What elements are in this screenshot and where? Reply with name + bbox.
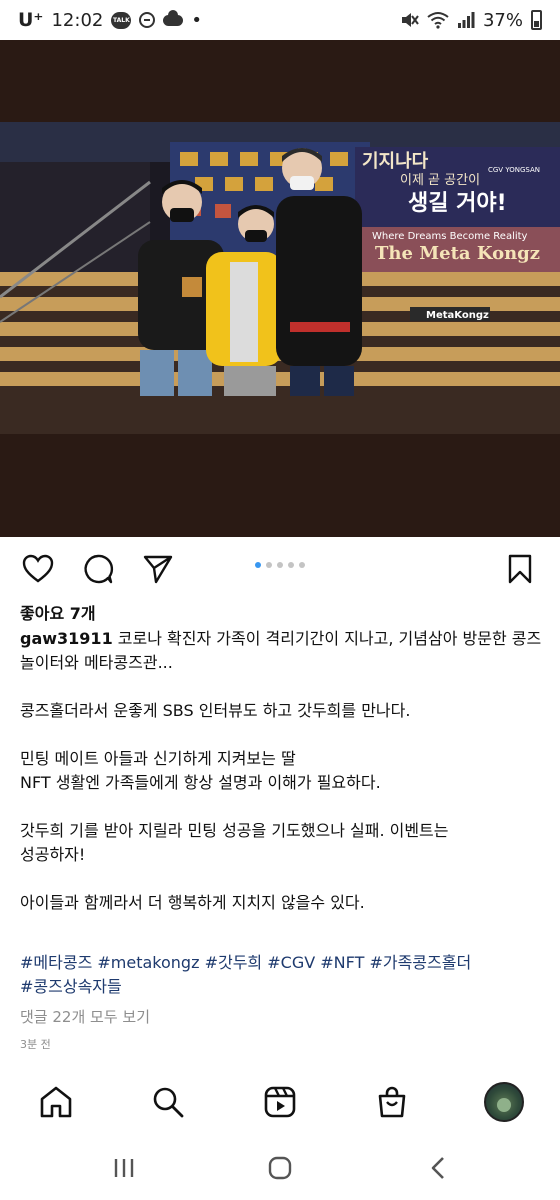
cloud-icon (163, 9, 184, 26)
status-right: 37% (399, 10, 542, 31)
mute-icon (401, 13, 419, 27)
hashtag-link[interactable]: #콩즈상속자들 (20, 977, 122, 996)
post-timestamp: 3분 전 (20, 1038, 51, 1051)
back-icon (431, 1157, 444, 1179)
hashtag-link[interactable]: #metakongz (97, 953, 199, 972)
carousel-dot (299, 562, 305, 568)
carousel-dot (277, 562, 283, 568)
nav-home-button[interactable] (34, 1080, 78, 1124)
hashtag-link[interactable]: #가족콩즈홀더 (369, 953, 471, 972)
avatar (484, 1082, 524, 1122)
banner-line1: 기지나다 (362, 151, 429, 172)
post-actions (0, 547, 560, 591)
comment-icon (84, 554, 114, 584)
carousel-dot (255, 562, 261, 568)
carousel-dot (266, 562, 272, 568)
post-media[interactable]: 기지나다 이제 곧 공간이 생길 거야! CGV YONGSAN Where D… (0, 40, 560, 537)
battery-percent: 37% (482, 9, 523, 31)
carrier-label: U⁺ (18, 9, 44, 31)
bottom-navigation (0, 1070, 560, 1134)
clock: 12:02 (51, 9, 104, 31)
caption-first-paragraph: gaw31911 코로나 확진자 가족이 격리기간이 지나고, 기념삼아 방문한… (20, 627, 545, 675)
post-caption: gaw31911 코로나 확진자 가족이 격리기간이 지나고, 기념삼아 방문한… (20, 627, 545, 915)
status-bar: U⁺ 12:02 TALK • 37% (0, 0, 560, 40)
caption-line: 아이들과 함께라서 더 행복하게 지치지 않을수 있다. (20, 893, 365, 912)
banner-tagline: Where Dreams Become Reality (372, 231, 528, 242)
banner-title: The Meta Kongz (375, 243, 540, 264)
system-back-button[interactable] (418, 1150, 458, 1186)
system-home-button[interactable] (260, 1150, 300, 1186)
signal-icon (457, 12, 475, 28)
caption-line: 민팅 메이트 아들과 신기하게 지켜보는 딸 (20, 749, 296, 768)
caption-line: 콩즈홀더라서 운좋게 SBS 인터뷰도 하고 갓두희를 만나다. (20, 701, 411, 720)
recent-apps-button[interactable] (104, 1150, 144, 1186)
photo-illustration: 기지나다 이제 곧 공간이 생길 거야! CGV YONGSAN Where D… (0, 122, 560, 434)
like-button[interactable] (18, 547, 58, 591)
caption-line: NFT 생활엔 가족들에게 항상 설명과 이해가 필요하다. (20, 773, 381, 792)
hashtag-list: #메타콩즈 #metakongz #갓두희 #CGV #NFT #가족콩즈홀더 … (20, 951, 540, 999)
nav-reels-button[interactable] (258, 1080, 302, 1124)
system-home-icon (268, 1156, 292, 1180)
status-left: U⁺ 12:02 TALK • (18, 9, 202, 31)
hashtag-link[interactable]: #CGV (267, 953, 315, 972)
nav-search-button[interactable] (146, 1080, 190, 1124)
share-button[interactable] (138, 547, 178, 591)
system-navigation (0, 1134, 560, 1200)
cgv-sign: CGV YONGSAN (488, 166, 540, 174)
hashtag-link[interactable]: #갓두희 (205, 953, 263, 972)
shop-icon (378, 1086, 406, 1118)
battery-icon (531, 10, 542, 30)
floor-logo: MetaKongz (426, 310, 489, 321)
kakaotalk-notification-icon: TALK (111, 11, 132, 29)
nav-profile-button[interactable] (482, 1080, 526, 1124)
bookmark-icon (508, 554, 532, 584)
hashtag-link[interactable]: #NFT (320, 953, 364, 972)
carousel-dot (288, 562, 294, 568)
carousel-indicator (0, 562, 560, 568)
wifi-icon (427, 12, 449, 29)
send-icon (143, 555, 173, 584)
do-not-disturb-icon (139, 12, 156, 28)
view-all-comments-link[interactable]: 댓글 22개 모두 보기 (20, 1006, 150, 1027)
caption-line: 성공하자! (20, 845, 86, 864)
post-photo[interactable]: 기지나다 이제 곧 공간이 생길 거야! CGV YONGSAN Where D… (0, 122, 560, 434)
search-icon (153, 1087, 184, 1118)
reels-icon (264, 1086, 296, 1118)
recents-icon (114, 1159, 134, 1177)
save-button[interactable] (500, 547, 540, 591)
likes-count[interactable]: 좋아요 7개 (20, 600, 96, 624)
heart-icon (22, 554, 54, 583)
banner-line2: 이제 곧 공간이 (400, 173, 480, 188)
caption-line: 갓두희 기를 받아 지릴라 민팅 성공을 기도했으나 실패. 이벤트는 (20, 821, 449, 840)
home-icon (40, 1086, 72, 1118)
nav-shop-button[interactable] (370, 1080, 414, 1124)
hashtag-link[interactable]: #메타콩즈 (20, 953, 92, 972)
author-username[interactable]: gaw31911 (20, 629, 113, 648)
comment-button[interactable] (78, 547, 118, 591)
more-notifications-dot: • (191, 9, 202, 31)
banner-line3: 생길 거야! (408, 191, 507, 216)
